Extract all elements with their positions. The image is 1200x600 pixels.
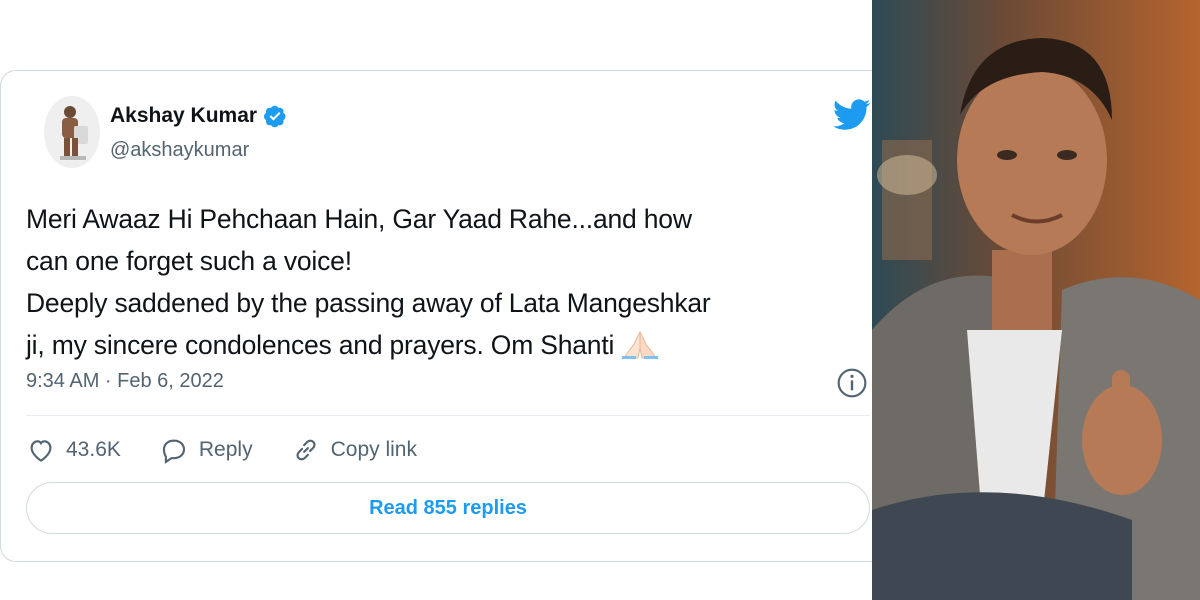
avatar-image	[44, 96, 100, 168]
folded-hands-emoji-icon	[622, 331, 659, 359]
tweet-text: Meri Awaaz Hi Pehchaan Hain, Gar Yaad Ra…	[26, 198, 886, 366]
read-replies-button[interactable]: Read 855 replies	[26, 482, 870, 534]
twitter-bird-icon[interactable]	[833, 98, 871, 132]
tweet-text-line: can one forget such a voice!	[26, 246, 352, 276]
reply-button[interactable]: Reply	[159, 435, 253, 465]
link-icon	[296, 439, 316, 461]
timestamp[interactable]: 9:34 AM · Feb 6, 2022	[26, 370, 224, 393]
copy-link-button[interactable]: Copy link	[291, 435, 417, 465]
avatar[interactable]	[44, 96, 100, 168]
tweet-text-line: ji, my sincere condolences and prayers. …	[26, 330, 615, 360]
speaker-photo-art	[872, 0, 1200, 600]
tweet-actions: 43.6K Reply Copy link	[26, 430, 455, 470]
handle[interactable]: @akshaykumar	[110, 139, 249, 162]
verified-badge-icon	[264, 105, 286, 128]
reply-label: Reply	[198, 438, 253, 461]
speaker-photo	[872, 0, 1200, 600]
display-name[interactable]: Akshay Kumar	[110, 104, 257, 128]
heart-icon	[30, 440, 52, 462]
like-button[interactable]: 43.6K	[26, 435, 121, 465]
tweet-text-line: Meri Awaaz Hi Pehchaan Hain, Gar Yaad Ra…	[26, 204, 692, 234]
copy-link-label: Copy link	[330, 438, 417, 461]
info-icon[interactable]	[836, 367, 868, 399]
reply-bubble-icon	[162, 439, 185, 464]
like-count: 43.6K	[66, 438, 121, 461]
divider	[26, 415, 870, 416]
tweet-text-line: Deeply saddened by the passing away of L…	[26, 288, 711, 318]
tweet-text-line-with-emoji: ji, my sincere condolences and prayers. …	[26, 324, 886, 366]
